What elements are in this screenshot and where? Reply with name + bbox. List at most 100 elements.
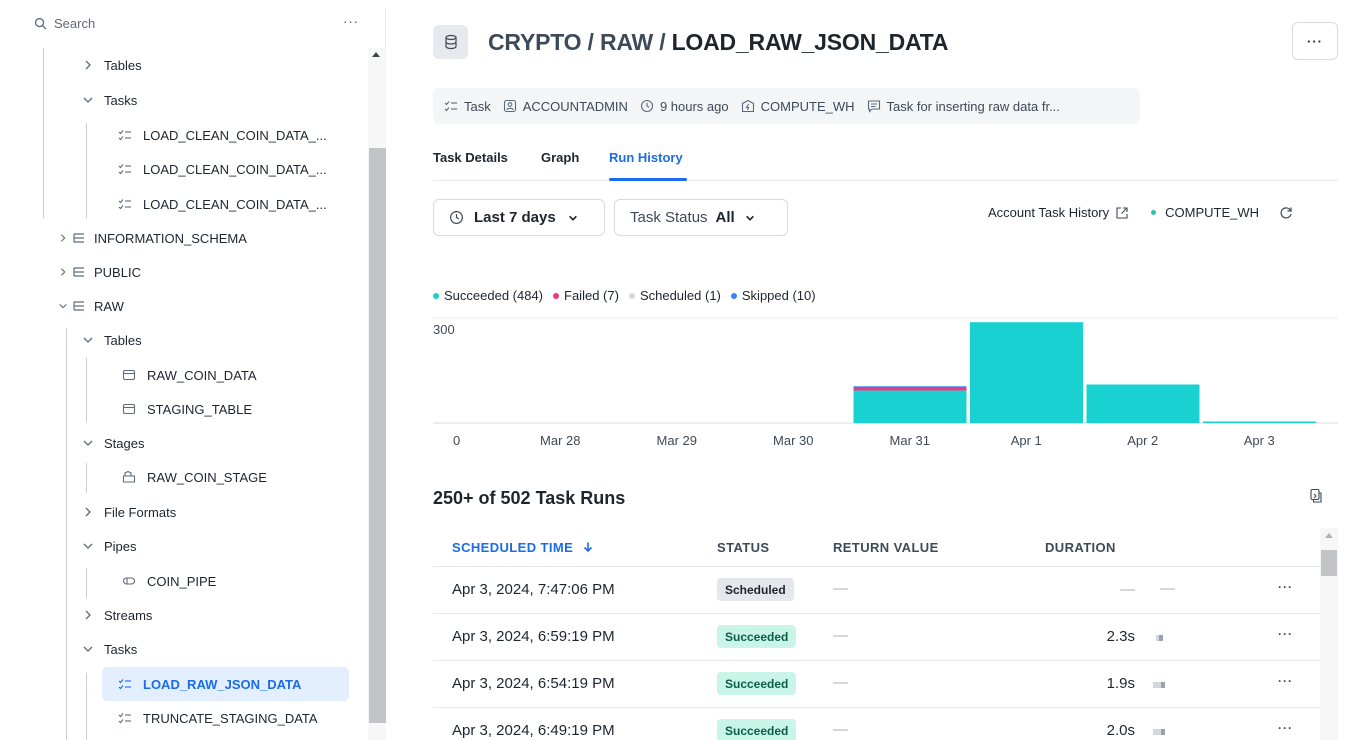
meta-warehouse: COMPUTE_WH (741, 99, 855, 114)
tree-item-stage[interactable]: RAW_COIN_STAGE (122, 462, 267, 492)
run-duration: 2.3s (1106, 628, 1135, 645)
run-return-value: — (833, 627, 848, 644)
run-return-value: — (833, 580, 848, 597)
tree-item-raw[interactable]: RAW (58, 291, 124, 321)
tree-item-task[interactable]: TRUNCATE_STAGING_DATA (118, 703, 318, 733)
column-header-status[interactable]: STATUS (717, 540, 769, 555)
legend-swatch (628, 292, 635, 299)
date-range-value: Last 7 days (474, 209, 556, 226)
run-history-tools: Account Task History COMPUTE_WH (988, 205, 1293, 220)
table-row[interactable]: Apr 3, 2024, 6:54:19 PM Succeeded — 1.9s… (433, 660, 1320, 707)
tree-item-label: Tables (104, 57, 142, 73)
copy-icon[interactable] (1308, 488, 1324, 504)
table-row[interactable]: Apr 3, 2024, 7:47:06 PM Scheduled — — — … (433, 566, 1320, 613)
scroll-up-arrow-icon[interactable] (1325, 533, 1333, 538)
database-icon (433, 25, 468, 59)
bar-succeeded (970, 322, 1083, 423)
detail-tabs: Task Details Graph Run History (433, 141, 1338, 181)
warehouse-selector[interactable]: COMPUTE_WH (1165, 205, 1259, 220)
tree-item-label: TRUNCATE_STAGING_DATA (143, 710, 318, 726)
schema-icon (73, 267, 84, 277)
tree-item-task[interactable]: LOAD_CLEAN_COIN_DATA_... (118, 154, 327, 184)
tree-item-file-formats[interactable]: File Formats (82, 497, 176, 527)
sidebar-more-button[interactable]: ··· (343, 14, 359, 29)
run-duration-bar: — (1160, 580, 1175, 597)
scrollbar-thumb[interactable] (1321, 550, 1337, 576)
tree-item-stages[interactable]: Stages (82, 428, 144, 458)
account-task-history-link[interactable]: Account Task History (988, 205, 1109, 220)
task-status-filter[interactable]: Task Status All (614, 199, 788, 236)
tree-item-information-schema[interactable]: INFORMATION_SCHEMA (58, 223, 247, 253)
tree-item-tasks[interactable]: Tasks (82, 85, 137, 115)
x-tick-label: Apr 2 (1127, 433, 1158, 448)
date-range-filter[interactable]: Last 7 days (433, 199, 605, 236)
row-more-button[interactable]: ··· (1278, 674, 1293, 688)
task-icon (118, 199, 131, 210)
sidebar-scrollbar[interactable] (368, 48, 386, 740)
sidebar-search[interactable]: Search ··· (18, 8, 385, 38)
task-icon (118, 130, 131, 141)
tree-item-task[interactable]: LOAD_CLEAN_COIN_DATA_... (118, 120, 327, 150)
header-more-button[interactable]: ··· (1292, 22, 1338, 60)
tree-item-streams[interactable]: Streams (82, 600, 152, 630)
tree-item-task-selected[interactable]: LOAD_RAW_JSON_DATA (102, 667, 349, 701)
y-tick-label: 0 (453, 433, 460, 448)
row-more-button[interactable]: ··· (1278, 721, 1293, 735)
tree-item-task[interactable]: LOAD_CLEAN_COIN_DATA_... (118, 189, 327, 219)
legend-item[interactable]: Failed (7) (553, 288, 619, 303)
chevron-down-icon (83, 440, 93, 446)
chevron-down-icon (83, 646, 93, 652)
tree-item-table[interactable]: STAGING_TABLE (122, 394, 252, 424)
duration-bar (1153, 729, 1165, 735)
tree-item-label: Tables (104, 332, 142, 348)
tree-item-pipe[interactable]: COIN_PIPE (122, 566, 216, 596)
legend-item[interactable]: Succeeded (484) (433, 288, 543, 303)
status-badge: Succeeded (717, 625, 797, 648)
tab-run-history[interactable]: Run History (609, 150, 683, 165)
duration-bar (1156, 635, 1163, 641)
tree-item-pipes[interactable]: Pipes (82, 531, 137, 561)
tab-graph[interactable]: Graph (541, 150, 579, 165)
chevron-right-icon (85, 60, 91, 70)
tree-guide (86, 673, 87, 740)
legend-item[interactable]: Scheduled (1) (628, 288, 721, 303)
warehouse-status-dot (1151, 210, 1157, 215)
chevron-down-icon (83, 97, 93, 103)
run-duration: 2.0s (1106, 722, 1135, 739)
table-scrollbar[interactable] (1320, 528, 1338, 740)
column-header-duration[interactable]: DURATION (1045, 540, 1116, 555)
tree-item-tables[interactable]: Tables (82, 50, 142, 80)
tree-item-table[interactable]: RAW_COIN_DATA (122, 360, 257, 390)
clock-icon (450, 211, 463, 224)
table-row[interactable]: Apr 3, 2024, 6:59:19 PM Succeeded — 2.3s… (433, 613, 1320, 660)
breadcrumb-path[interactable]: CRYPTO / RAW / (488, 29, 672, 55)
run-history-chart: 300 0 Mar 28 Mar 29 Mar 30 Mar 31 Apr 1 Apr 2 Ap… (433, 317, 1338, 448)
tree-item-tables[interactable]: Tables (82, 325, 142, 355)
x-tick-label: Mar 31 (890, 433, 930, 448)
external-link-icon[interactable] (1115, 206, 1129, 220)
task-metadata-bar: Task ACCOUNTADMIN 9 hours ago COMPUTE_WH… (433, 88, 1140, 124)
column-header-return-value[interactable]: RETURN VALUE (833, 540, 939, 555)
x-tick-label: Apr 3 (1244, 433, 1275, 448)
x-tick-label: Mar 30 (773, 433, 813, 448)
row-more-button[interactable]: ··· (1278, 580, 1293, 594)
task-name: LOAD_RAW_JSON_DATA (671, 29, 949, 55)
tree-item-label: STAGING_TABLE (147, 401, 252, 417)
row-more-button[interactable]: ··· (1278, 627, 1293, 641)
table-row[interactable]: Apr 3, 2024, 6:49:19 PM Succeeded — 2.0s… (433, 707, 1320, 740)
scrollbar-thumb[interactable] (369, 148, 386, 723)
tree-guide (66, 328, 67, 740)
tab-task-details[interactable]: Task Details (433, 150, 508, 165)
scroll-up-arrow-icon[interactable] (372, 52, 380, 57)
pipe-icon (122, 577, 136, 585)
legend-item[interactable]: Skipped (10) (730, 288, 816, 303)
refresh-icon[interactable] (1279, 206, 1293, 220)
run-duration: 1.9s (1106, 675, 1135, 692)
bar-failed (853, 388, 967, 391)
tree-item-public[interactable]: PUBLIC (58, 257, 141, 287)
role-icon (503, 99, 516, 113)
column-header-scheduled-time[interactable]: SCHEDULED TIME (452, 540, 594, 555)
status-badge: Scheduled (717, 578, 794, 601)
tree-item-label: PUBLIC (94, 264, 141, 280)
tree-item-tasks[interactable]: Tasks (82, 634, 137, 664)
